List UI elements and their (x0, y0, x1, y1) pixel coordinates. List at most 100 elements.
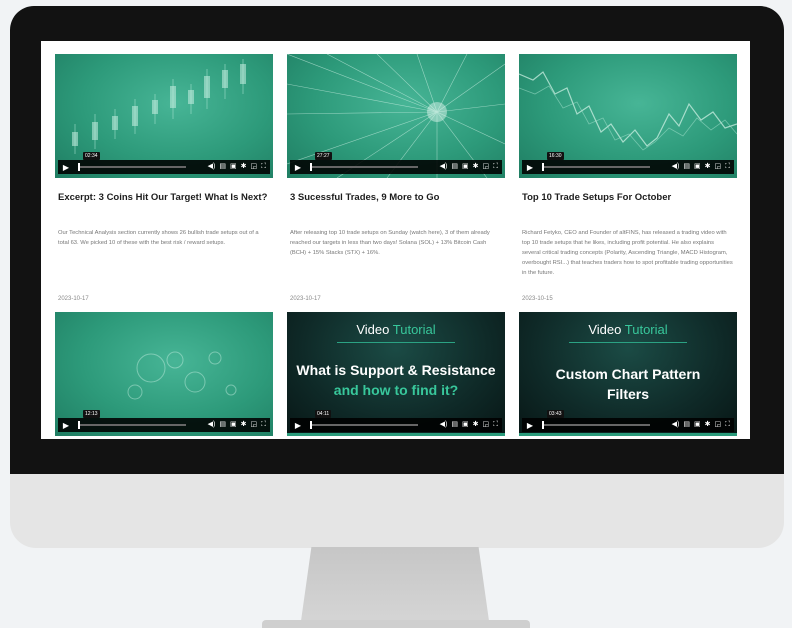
article-card[interactable]: 12:13 ▶ ◀) ▤ ▣ ✱ ◲ ⛶ (55, 312, 273, 439)
play-icon[interactable]: ▶ (58, 421, 74, 430)
play-icon[interactable]: ▶ (522, 421, 538, 430)
video-player[interactable]: 12:13 ▶ ◀) ▤ ▣ ✱ ◲ ⛶ (55, 312, 273, 436)
tutorial-heading: Video Tutorial (519, 322, 737, 337)
pip-icon[interactable]: ◲ (714, 163, 721, 171)
chapters-icon[interactable]: ▣ (230, 421, 237, 429)
video-player[interactable]: 27:27 ▶ ◀) ▤ ▣ ✱ ◲ ⛶ (287, 54, 505, 178)
video-progress-bar[interactable] (310, 421, 418, 429)
play-icon[interactable]: ▶ (58, 163, 74, 172)
video-controls: ▶ ◀) ▤ ▣ ✱ ◲ ⛶ (290, 418, 502, 432)
gear-icon[interactable]: ✱ (473, 163, 479, 171)
video-progress-bar[interactable] (542, 421, 650, 429)
tutorial-heading: Video Tutorial (287, 322, 505, 337)
tutorial-title-line-2: Filters (606, 386, 649, 402)
article-excerpt: Richard Fetyko, CEO and Founder of altFI… (522, 230, 733, 276)
video-time-tooltip: 12:13 (83, 410, 100, 418)
chapters-icon[interactable]: ▣ (694, 163, 701, 171)
pip-icon[interactable]: ◲ (250, 163, 257, 171)
video-progress-bar[interactable] (78, 421, 186, 429)
video-controls: ▶ ◀) ▤ ▣ ✱ ◲ ⛶ (58, 160, 270, 174)
article-card[interactable]: 02:34 ▶ ◀) ▤ ▣ ✱ ◲ ⛶ Excerpt: 3 Coins Hi… (55, 54, 273, 308)
article-card[interactable]: Video Tutorial What is Support & Resista… (287, 312, 505, 439)
progress-knob[interactable] (78, 163, 80, 171)
fullscreen-icon[interactable]: ⛶ (261, 421, 266, 429)
gear-icon[interactable]: ✱ (241, 421, 247, 429)
article-date: 2023-10-17 (290, 296, 321, 302)
video-player[interactable]: 16:30 ▶ ◀) ▤ ▣ ✱ ◲ ⛶ (519, 54, 737, 178)
fullscreen-icon[interactable]: ⛶ (493, 163, 498, 171)
play-icon[interactable]: ▶ (290, 421, 306, 430)
gear-icon[interactable]: ✱ (473, 421, 479, 429)
video-time-tooltip: 27:27 (315, 152, 332, 160)
tutorial-heading-accent: Tutorial (392, 322, 436, 337)
volume-icon[interactable]: ◀) (208, 163, 216, 171)
tutorial-divider (337, 342, 455, 343)
video-progress-bar[interactable] (310, 163, 418, 171)
captions-icon[interactable]: ▤ (683, 163, 690, 171)
gear-icon[interactable]: ✱ (705, 163, 711, 171)
captions-icon[interactable]: ▤ (683, 421, 690, 429)
gear-icon[interactable]: ✱ (705, 421, 711, 429)
volume-icon[interactable]: ◀) (440, 421, 448, 429)
fullscreen-icon[interactable]: ⛶ (261, 163, 266, 171)
tutorial-title-line-2: and how to find it? (333, 382, 459, 398)
article-date: 2023-10-15 (522, 296, 553, 302)
video-time-tooltip: 04:11 (315, 410, 332, 418)
pip-icon[interactable]: ◲ (714, 421, 721, 429)
article-title[interactable]: Excerpt: 3 Coins Hit Our Target! What Is… (58, 192, 270, 204)
chapters-icon[interactable]: ▣ (694, 421, 701, 429)
video-progress-bar[interactable] (542, 163, 650, 171)
article-excerpt: Our Technical Analysis section currently… (58, 230, 259, 246)
play-icon[interactable]: ▶ (522, 163, 538, 172)
video-progress-bar[interactable] (78, 163, 186, 171)
screen-content: 02:34 ▶ ◀) ▤ ▣ ✱ ◲ ⛶ Excerpt: 3 Coins Hi… (41, 41, 750, 439)
tutorial-title-line-1: What is Support & Resistance (296, 362, 496, 378)
video-player[interactable]: Video Tutorial Custom Chart Pattern Filt… (519, 312, 737, 436)
monitor-stand-foot (262, 620, 530, 628)
progress-knob[interactable] (78, 421, 80, 429)
progress-knob[interactable] (542, 421, 544, 429)
pip-icon[interactable]: ◲ (482, 421, 489, 429)
progress-knob[interactable] (310, 421, 312, 429)
progress-knob[interactable] (542, 163, 544, 171)
article-card[interactable]: 16:30 ▶ ◀) ▤ ▣ ✱ ◲ ⛶ Top 10 Trade Setups… (519, 54, 737, 308)
article-title[interactable]: 3 Sucessful Trades, 9 More to Go (290, 192, 502, 204)
volume-icon[interactable]: ◀) (440, 163, 448, 171)
video-controls: ▶ ◀) ▤ ▣ ✱ ◲ ⛶ (522, 418, 734, 432)
fullscreen-icon[interactable]: ⛶ (493, 421, 498, 429)
tutorial-title-line-1: Custom Chart Pattern (555, 366, 701, 382)
video-player[interactable]: Video Tutorial What is Support & Resista… (287, 312, 505, 436)
chapters-icon[interactable]: ▣ (230, 163, 237, 171)
article-card[interactable]: Video Tutorial Custom Chart Pattern Filt… (519, 312, 737, 439)
volume-icon[interactable]: ◀) (208, 421, 216, 429)
captions-icon[interactable]: ▤ (451, 163, 458, 171)
video-time-tooltip: 16:30 (547, 152, 564, 160)
captions-icon[interactable]: ▤ (219, 163, 226, 171)
video-controls: ▶ ◀) ▤ ▣ ✱ ◲ ⛶ (290, 160, 502, 174)
progress-knob[interactable] (310, 163, 312, 171)
article-card[interactable]: 27:27 ▶ ◀) ▤ ▣ ✱ ◲ ⛶ 3 Sucessful Trades,… (287, 54, 505, 308)
chapters-icon[interactable]: ▣ (462, 421, 469, 429)
video-time-tooltip: 02:34 (83, 152, 100, 160)
chapters-icon[interactable]: ▣ (462, 163, 469, 171)
article-excerpt: After releasing top 10 trade setups on S… (290, 230, 490, 256)
pip-icon[interactable]: ◲ (250, 421, 257, 429)
volume-icon[interactable]: ◀) (672, 163, 680, 171)
captions-icon[interactable]: ▤ (219, 421, 226, 429)
article-date: 2023-10-17 (58, 296, 89, 302)
fullscreen-icon[interactable]: ⛶ (725, 163, 730, 171)
captions-icon[interactable]: ▤ (451, 421, 458, 429)
video-player[interactable]: 02:34 ▶ ◀) ▤ ▣ ✱ ◲ ⛶ (55, 54, 273, 178)
play-icon[interactable]: ▶ (290, 163, 306, 172)
video-time-tooltip: 03:43 (547, 410, 564, 418)
article-title[interactable]: Top 10 Trade Setups For October (522, 192, 734, 204)
gear-icon[interactable]: ✱ (241, 163, 247, 171)
fullscreen-icon[interactable]: ⛶ (725, 421, 730, 429)
volume-icon[interactable]: ◀) (672, 421, 680, 429)
pip-icon[interactable]: ◲ (482, 163, 489, 171)
video-controls: ▶ ◀) ▤ ▣ ✱ ◲ ⛶ (522, 160, 734, 174)
tutorial-title: What is Support & Resistance and how to … (287, 360, 505, 400)
tutorial-heading-word: Video (588, 322, 622, 337)
tutorial-divider (569, 342, 687, 343)
tutorial-title: Custom Chart Pattern Filters (519, 364, 737, 404)
